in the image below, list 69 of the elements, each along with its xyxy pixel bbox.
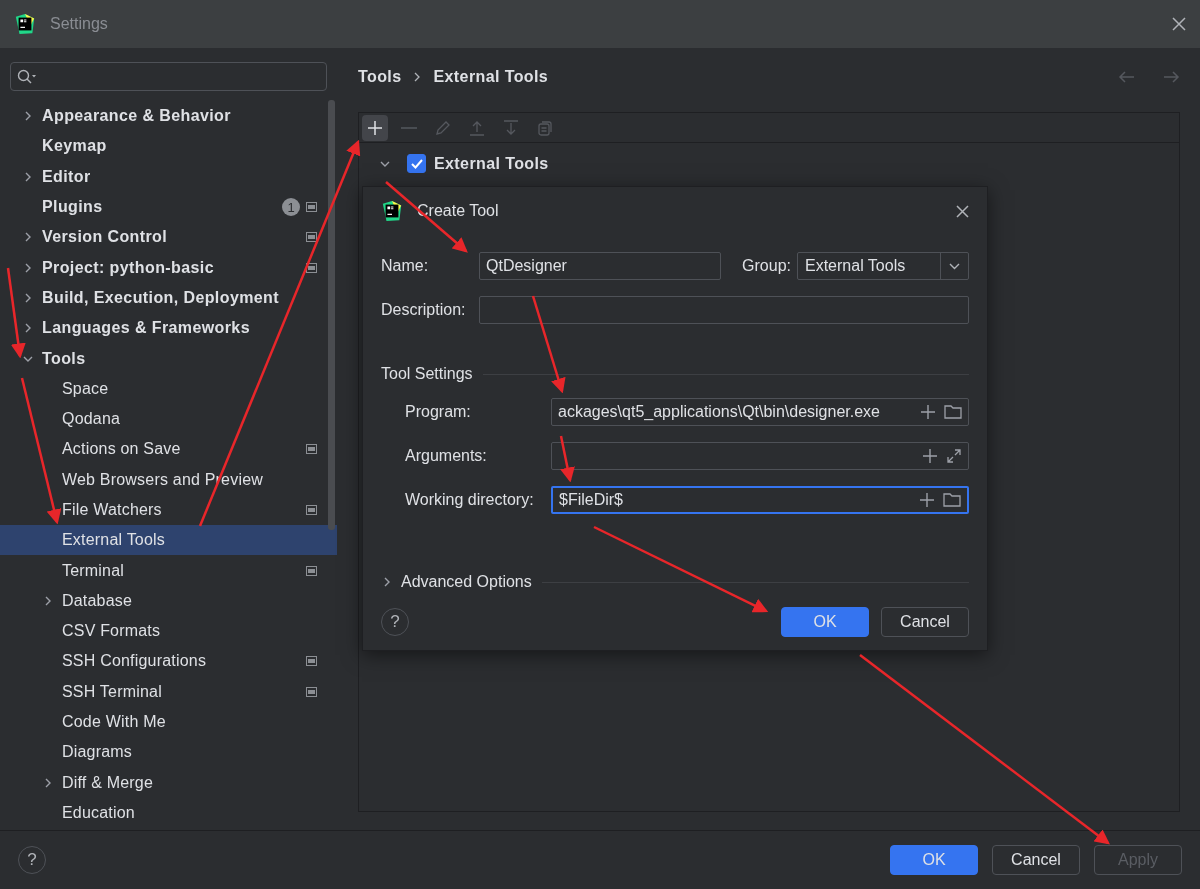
pencil-icon [435, 119, 451, 136]
sidebar-item[interactable]: Plugins 1 [0, 191, 337, 223]
field-label: Program: [405, 403, 472, 421]
tree-item[interactable]: External Tools [434, 154, 549, 173]
plus-icon[interactable] [919, 492, 935, 508]
breadcrumb-item[interactable]: Tools [358, 68, 402, 86]
sidebar-item[interactable]: Code With Me [0, 706, 337, 738]
dialog-title: Create Tool [417, 202, 500, 220]
sidebar-item[interactable]: Database [0, 585, 337, 617]
sidebar-item[interactable]: Education [0, 797, 337, 829]
plus-icon [367, 119, 383, 136]
add-button[interactable] [362, 114, 388, 141]
expand-icon[interactable] [946, 448, 962, 464]
sidebar-item[interactable]: Project: python-basic [0, 252, 337, 283]
search-icon [17, 68, 37, 85]
search-field[interactable] [10, 62, 327, 91]
plus-icon[interactable] [920, 404, 936, 420]
plus-icon[interactable] [922, 448, 938, 464]
field-label: Arguments: [405, 447, 488, 465]
advanced-options-toggle[interactable]: Advanced Options [381, 573, 532, 591]
sidebar-item[interactable]: Appearance & Behavior [0, 101, 337, 132]
field-label: Working directory: [405, 491, 535, 509]
field-label: Description: [381, 301, 467, 319]
sidebar-item[interactable]: Tools [0, 343, 337, 374]
dialog-button[interactable]: Cancel [992, 845, 1080, 875]
sidebar-item[interactable]: Editor [0, 161, 337, 192]
close-icon[interactable] [956, 204, 969, 218]
sidebar-item[interactable]: Actions on Save [0, 434, 337, 465]
sidebar-item[interactable]: Keymap [0, 131, 337, 162]
section-title: Tool Settings [381, 365, 473, 383]
sidebar-item[interactable]: SSH Configurations [0, 646, 337, 677]
breadcrumb-item[interactable]: External Tools [433, 68, 549, 86]
input-field[interactable]: ackages\qt5_applications\Qt\bin\designer.exe [551, 398, 969, 426]
sidebar-item[interactable]: Build, Execution, Deployment [0, 282, 337, 314]
upload-icon [469, 119, 485, 136]
input-field[interactable] [551, 442, 969, 470]
folder-icon[interactable] [943, 492, 961, 508]
chevron-icon [413, 72, 422, 82]
sidebar-item[interactable]: SSH Terminal [0, 676, 337, 707]
sidebar-item[interactable]: Diff & Merge [0, 767, 337, 798]
dialog-button[interactable]: Cancel [881, 607, 969, 637]
app-logo-icon [381, 200, 403, 222]
dropdown[interactable]: External Tools [797, 252, 969, 280]
sidebar-item[interactable]: CSV Formats [0, 616, 337, 647]
checkmark-icon [410, 158, 423, 169]
sidebar-item[interactable]: Version Control [0, 222, 337, 253]
download-icon [503, 119, 519, 136]
input-field[interactable]: $FileDir$ [551, 486, 969, 514]
minus-icon [401, 126, 417, 129]
input-field[interactable]: QtDesigner [479, 252, 721, 280]
sidebar-item[interactable]: File Watchers [0, 494, 337, 526]
checkbox[interactable] [407, 154, 426, 173]
folder-icon[interactable] [944, 404, 962, 420]
annotation-arrow [559, 435, 575, 483]
app-logo-icon [14, 13, 36, 35]
count-badge: 1 [282, 198, 300, 217]
sidebar-item[interactable]: Diagrams [0, 737, 337, 768]
window-title: Settings [50, 15, 109, 33]
sidebar-item[interactable]: External Tools [0, 525, 337, 556]
sidebar-item[interactable]: Qodana [0, 403, 337, 435]
close-icon[interactable] [1172, 17, 1186, 31]
field-label: Group: [742, 257, 791, 275]
sidebar-item[interactable]: Languages & Frameworks [0, 313, 337, 344]
sidebar-item[interactable]: Terminal [0, 555, 337, 586]
input-field[interactable] [479, 296, 969, 324]
sidebar-item[interactable]: Space [0, 373, 337, 404]
scrollbar[interactable] [328, 100, 335, 530]
field-label: Name: [381, 257, 430, 275]
copy-icon [537, 119, 553, 136]
